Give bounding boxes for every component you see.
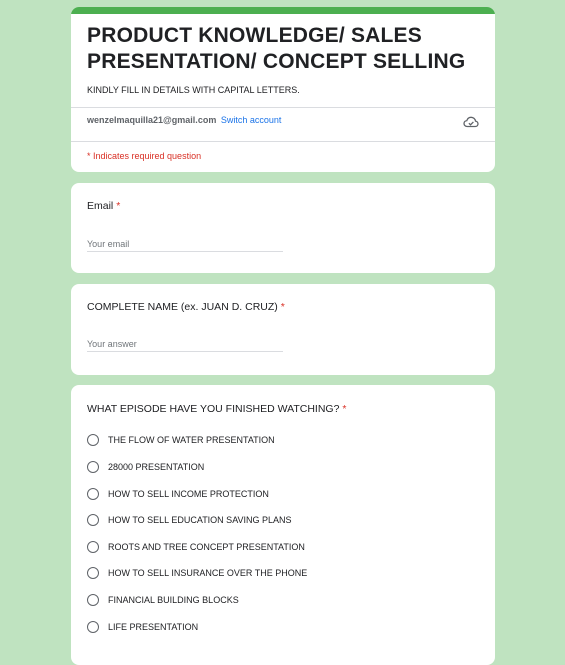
question-title-email: Email * (87, 200, 120, 212)
radio-option-label: THE FLOW OF WATER PRESENTATION (108, 435, 275, 445)
radio-option[interactable]: 28000 PRESENTATION (87, 460, 467, 474)
question-label: COMPLETE NAME (ex. JUAN D. CRUZ) (87, 301, 278, 313)
question-label: Email (87, 200, 114, 212)
email-field[interactable] (87, 237, 283, 252)
radio-option[interactable]: THE FLOW OF WATER PRESENTATION (87, 433, 467, 447)
radio-button[interactable] (87, 594, 99, 606)
radio-button[interactable] (87, 621, 99, 633)
switch-account-link[interactable]: Switch account (221, 115, 282, 125)
question-title-name: COMPLETE NAME (ex. JUAN D. CRUZ) * (87, 301, 285, 313)
radio-option-label: HOW TO SELL INCOME PROTECTION (108, 489, 269, 499)
question-card-episode: WHAT EPISODE HAVE YOU FINISHED WATCHING?… (71, 385, 495, 665)
account-row: wenzelmaquilla21@gmail.com Switch accoun… (87, 115, 281, 125)
account-email: wenzelmaquilla21@gmail.com (87, 115, 217, 125)
radio-option[interactable]: LIFE PRESENTATION (87, 620, 467, 634)
radio-option-label: FINANCIAL BUILDING BLOCKS (108, 595, 239, 605)
header-divider (71, 141, 495, 142)
radio-option-label: HOW TO SELL EDUCATION SAVING PLANS (108, 515, 292, 525)
form-title: PRODUCT KNOWLEDGE/ SALES PRESENTATION/ C… (87, 24, 466, 73)
radio-option[interactable]: FINANCIAL BUILDING BLOCKS (87, 593, 467, 607)
radio-button[interactable] (87, 461, 99, 473)
required-note: * Indicates required question (87, 151, 202, 161)
radio-option-label: 28000 PRESENTATION (108, 462, 205, 472)
radio-option-label: ROOTS AND TREE CONCEPT PRESENTATION (108, 542, 305, 552)
radio-option[interactable]: HOW TO SELL INSURANCE OVER THE PHONE (87, 566, 467, 580)
question-card-email: Email * (71, 183, 495, 273)
radio-button[interactable] (87, 567, 99, 579)
radio-option[interactable]: ROOTS AND TREE CONCEPT PRESENTATION (87, 540, 467, 554)
name-field[interactable] (87, 337, 283, 352)
radio-button[interactable] (87, 541, 99, 553)
cloud-icon[interactable] (463, 115, 479, 129)
radio-option[interactable]: HOW TO SELL INCOME PROTECTION (87, 487, 467, 501)
question-title-episode: WHAT EPISODE HAVE YOU FINISHED WATCHING?… (87, 403, 346, 415)
header-divider (71, 107, 495, 108)
radio-button[interactable] (87, 514, 99, 526)
radio-option-label: LIFE PRESENTATION (108, 622, 199, 632)
radio-option[interactable]: HOW TO SELL EDUCATION SAVING PLANS (87, 513, 467, 527)
header-accent-band (71, 7, 495, 14)
required-asterisk: * (116, 200, 121, 212)
radio-button[interactable] (87, 488, 99, 500)
form-description: KINDLY FILL IN DETAILS WITH CAPITAL LETT… (87, 85, 300, 95)
question-label: WHAT EPISODE HAVE YOU FINISHED WATCHING? (87, 403, 340, 415)
form-header-card: PRODUCT KNOWLEDGE/ SALES PRESENTATION/ C… (71, 7, 495, 172)
radio-button[interactable] (87, 434, 99, 446)
radio-option-label: HOW TO SELL INSURANCE OVER THE PHONE (108, 568, 308, 578)
question-card-name: COMPLETE NAME (ex. JUAN D. CRUZ) * (71, 284, 495, 375)
required-asterisk: * (280, 301, 285, 313)
required-asterisk: * (342, 403, 347, 415)
